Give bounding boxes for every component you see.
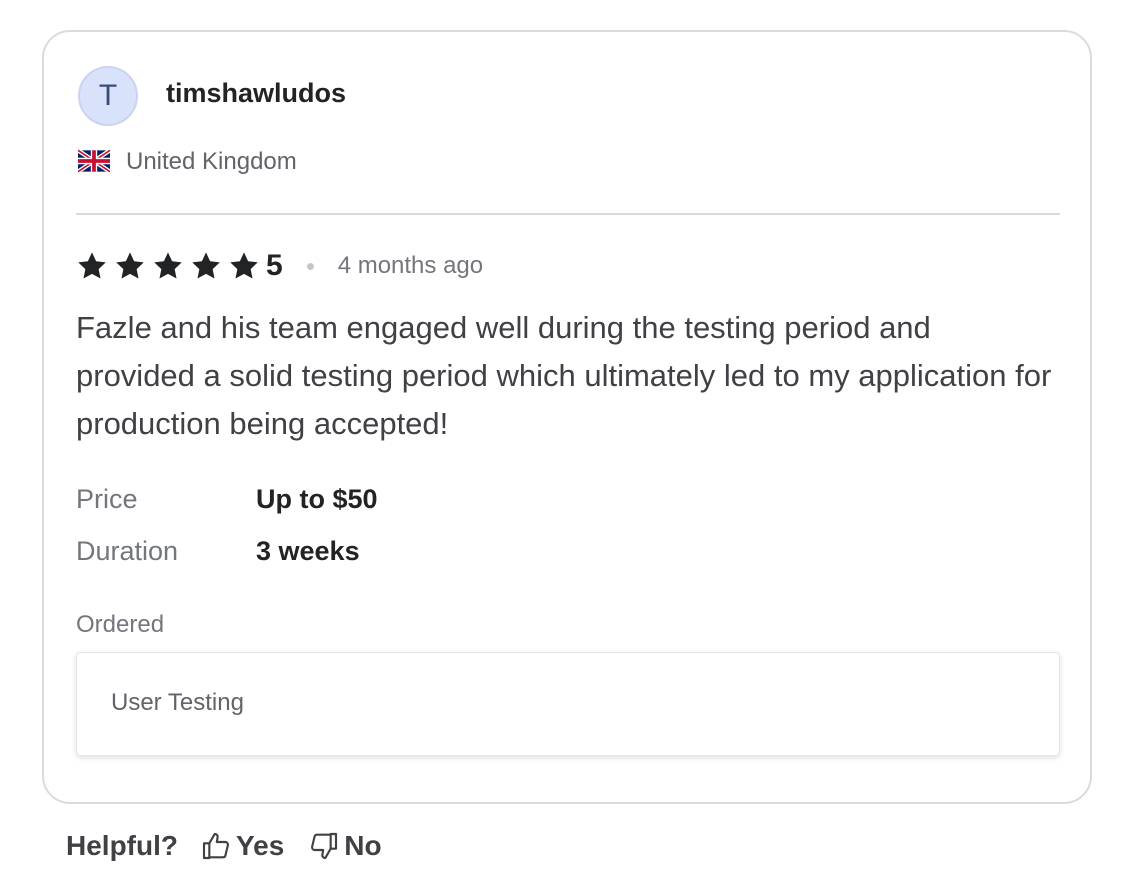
helpful-bar: Helpful? Yes No — [66, 826, 406, 866]
review-time: 4 months ago — [337, 252, 484, 279]
reviewer-username[interactable]: timshawludos — [166, 78, 346, 109]
ordered-label: Ordered — [76, 611, 165, 638]
divider — [76, 213, 1060, 215]
separator-dot — [306, 262, 314, 270]
thumbs-up-icon — [202, 832, 230, 860]
ordered-item-card[interactable]: User Testing — [76, 652, 1060, 756]
price-value: Up to $50 — [256, 484, 378, 514]
helpful-no-label: No — [344, 830, 382, 861]
star-icon — [228, 250, 260, 282]
star-icon — [190, 250, 222, 282]
helpful-yes-label: Yes — [236, 830, 285, 861]
star-rating — [76, 250, 266, 282]
duration-value: 3 weeks — [256, 536, 360, 566]
avatar[interactable]: T — [78, 66, 138, 126]
helpful-no-button[interactable]: No — [308, 830, 382, 862]
thumbs-down-icon — [311, 832, 338, 860]
reviewer-country: United Kingdom — [126, 148, 297, 175]
ordered-item-title[interactable]: User Testing — [111, 689, 244, 717]
rating-value: 5 — [266, 249, 283, 282]
review-text: Fazle and his team engaged well during t… — [76, 310, 1052, 441]
helpful-yes-button[interactable]: Yes — [200, 830, 284, 862]
price-label: Price — [76, 484, 138, 514]
avatar-initial: T — [98, 79, 118, 112]
uk-flag-icon — [78, 149, 110, 173]
star-icon — [76, 250, 108, 282]
rating-row: 5 4 months ago — [76, 246, 483, 286]
helpful-question: Helpful? — [66, 830, 178, 861]
star-icon — [152, 250, 184, 282]
duration-label: Duration — [76, 536, 179, 566]
review-card: T timshawludos United Kingdom 5 4 months… — [42, 30, 1092, 804]
star-icon — [114, 250, 146, 282]
